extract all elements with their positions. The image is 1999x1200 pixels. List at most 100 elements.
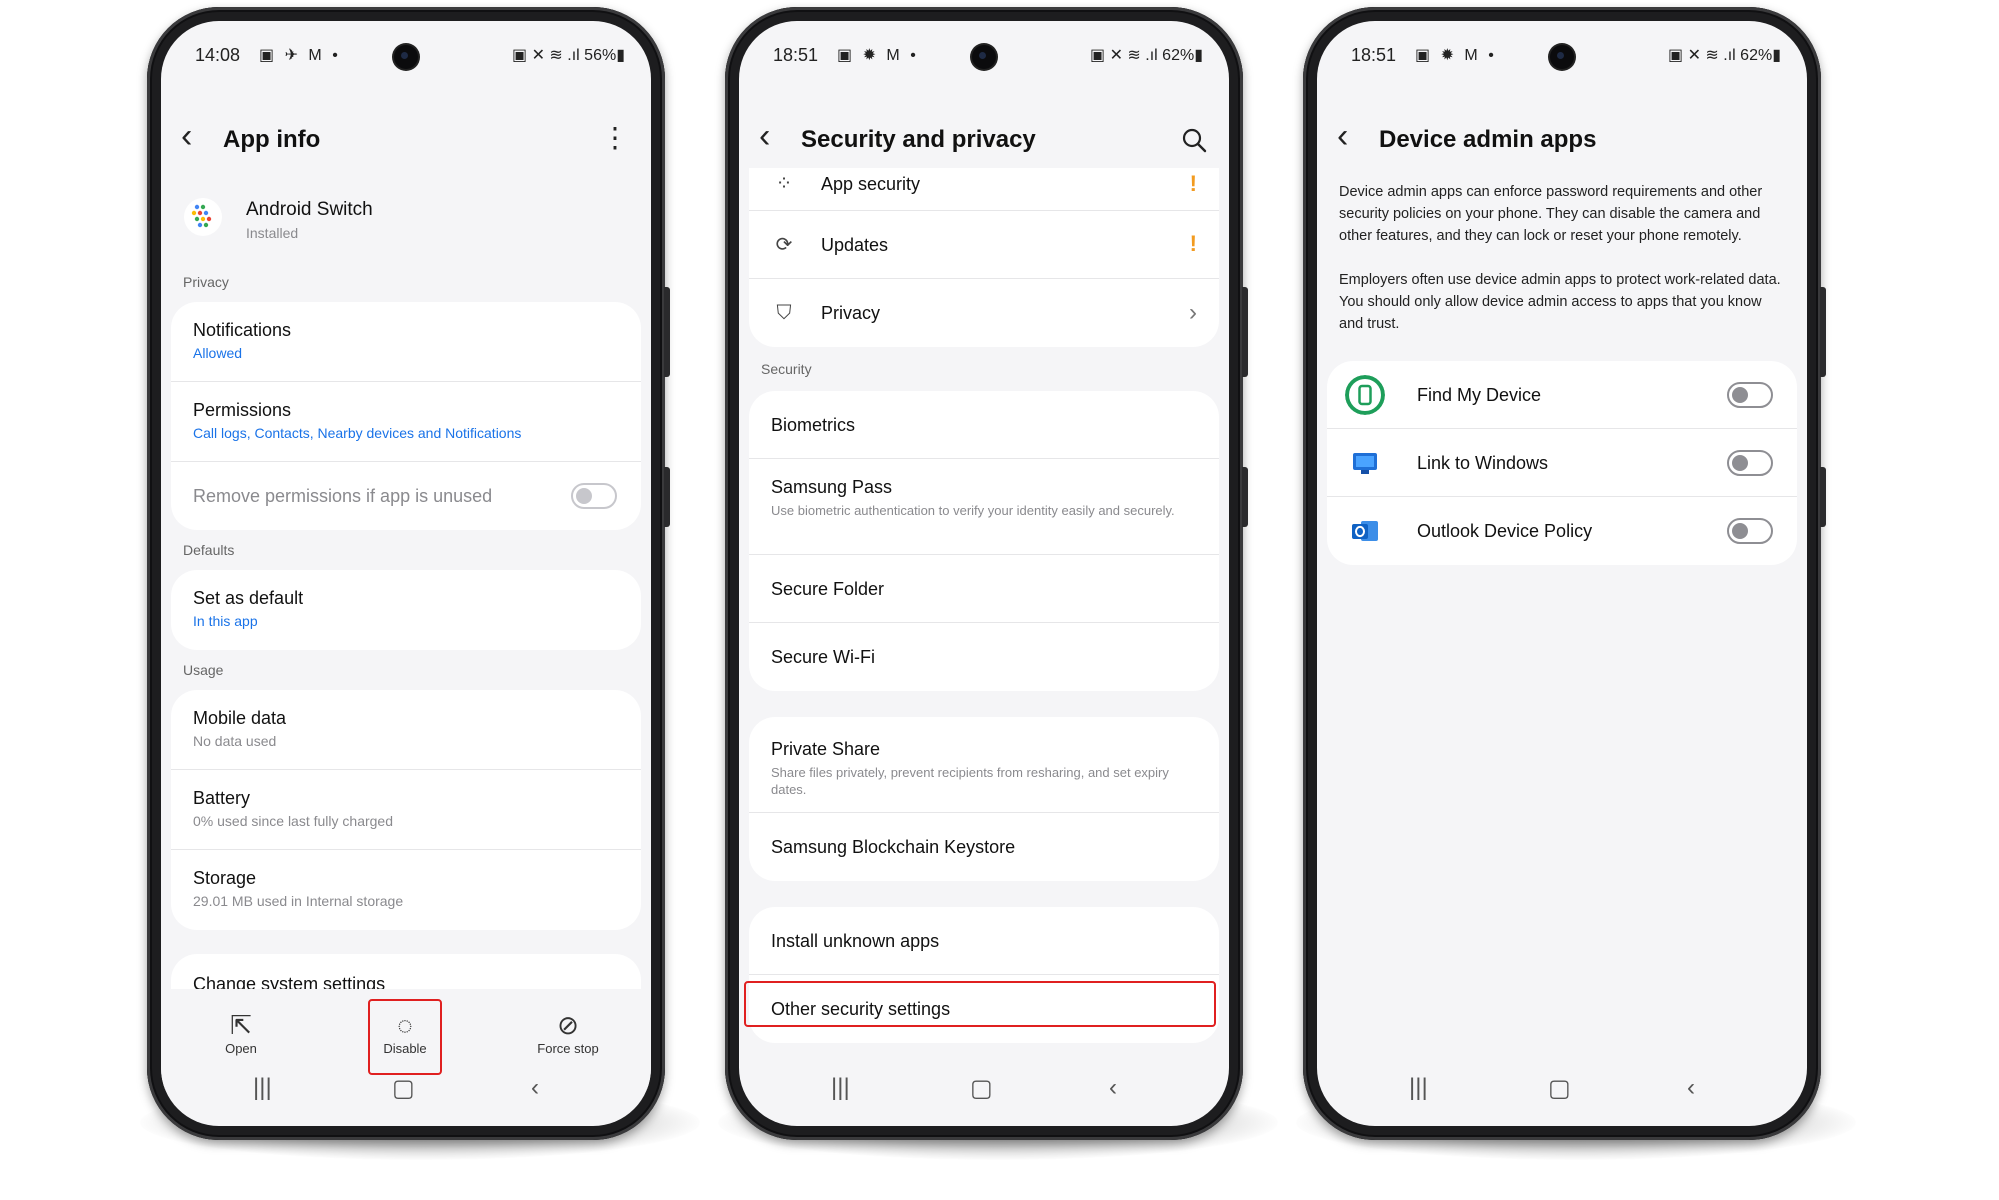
admin-app-row[interactable]: Outlook Device Policy — [1327, 497, 1797, 565]
set-as-default-row[interactable]: Set as default In this app — [171, 570, 641, 650]
usage-card: Mobile data No data used Battery 0% used… — [171, 690, 641, 930]
chevron-right-icon: › — [1189, 299, 1197, 326]
find-my-device-toggle[interactable] — [1727, 381, 1773, 408]
phone-security-privacy: 18:51 ▣ ✹ M • ▣ ✕ ≋ .ıl 62%▮ ‹ Security … — [725, 7, 1248, 1140]
admin-apps-card: Find My Device Link to Windows Outlook D… — [1327, 361, 1797, 565]
secure-wifi-row[interactable]: Secure Wi-Fi — [749, 623, 1219, 691]
back-arrow-icon[interactable]: ‹ — [1337, 119, 1348, 153]
permissions-row[interactable]: Permissions Call logs, Contacts, Nearby … — [171, 382, 641, 462]
row-subtitle: No data used — [193, 733, 277, 749]
more-options-icon[interactable]: ⋮ — [601, 121, 629, 154]
search-icon[interactable] — [1181, 127, 1207, 153]
row-title: App security — [821, 174, 921, 194]
row-title: Updates — [821, 235, 889, 255]
description-paragraph: Device admin apps can enforce password r… — [1339, 184, 1763, 244]
section-label-usage: Usage — [183, 662, 224, 678]
recents-icon[interactable]: ||| — [253, 1074, 272, 1102]
app-install-status: Installed — [246, 225, 299, 241]
back-nav-icon[interactable]: ‹ — [1109, 1074, 1117, 1102]
blockchain-keystore-row[interactable]: Samsung Blockchain Keystore — [749, 813, 1219, 881]
install-unknown-apps-row[interactable]: Install unknown apps — [749, 907, 1219, 975]
page-title: Security and privacy — [801, 126, 1036, 153]
battery-row[interactable]: Battery 0% used since last fully charged — [171, 770, 641, 850]
app-header: Android Switch Installed — [161, 183, 651, 255]
updates-row[interactable]: ⟳ Updates ! — [749, 211, 1219, 279]
back-arrow-icon[interactable]: ‹ — [181, 119, 192, 153]
system-icons: ▣ ✕ ≋ .ıl 62%▮ — [1090, 47, 1203, 64]
row-subtitle: Share files privately, prevent recipient… — [771, 765, 1169, 797]
open-label: Open — [225, 1041, 257, 1056]
navigation-bar: ||| ▢ ‹ — [739, 1056, 1229, 1126]
settings-list: Privacy Notifications Allowed Permission… — [161, 262, 651, 1014]
warning-icon: ! — [1189, 230, 1197, 256]
row-subtitle: 0% used since last fully charged — [193, 813, 393, 829]
android-switch-logo-icon — [184, 198, 222, 236]
back-nav-icon[interactable]: ‹ — [531, 1074, 539, 1102]
private-share-row[interactable]: Private Share Share files privately, pre… — [749, 717, 1219, 813]
recents-icon[interactable]: ||| — [831, 1074, 850, 1102]
storage-row[interactable]: Storage 29.01 MB used in Internal storag… — [171, 850, 641, 930]
row-title: Storage — [193, 868, 257, 888]
row-title: Remove permissions if app is unused — [193, 486, 493, 506]
row-title: Set as default — [193, 588, 304, 608]
force-stop-icon: ⊘ — [557, 1010, 579, 1040]
row-title: Permissions — [193, 400, 292, 420]
back-nav-icon[interactable]: ‹ — [1687, 1074, 1695, 1102]
row-subtitle: Call logs, Contacts, Nearby devices and … — [193, 425, 522, 441]
navigation-bar: ||| ▢ ‹ — [1317, 1056, 1807, 1126]
notification-icons: ▣ ✹ M • — [1415, 47, 1497, 64]
defaults-card: Set as default In this app — [171, 570, 641, 650]
volume-button — [664, 287, 670, 377]
samsung-pass-row[interactable]: Samsung Pass Use biometric authenticatio… — [749, 459, 1219, 555]
home-icon[interactable]: ▢ — [1548, 1074, 1571, 1103]
app-bar: ‹ App info ⋮ — [161, 109, 651, 179]
status-time: 18:51 — [773, 45, 819, 65]
front-camera — [394, 45, 418, 69]
home-icon[interactable]: ▢ — [970, 1074, 993, 1103]
open-button[interactable]: ⇱ Open — [191, 1009, 291, 1056]
secure-folder-row[interactable]: Secure Folder — [749, 555, 1219, 623]
privacy-row[interactable]: ⛉ Privacy › — [749, 279, 1219, 347]
row-title: Private Share — [771, 739, 881, 759]
notifications-row[interactable]: Notifications Allowed — [171, 302, 641, 382]
page-title: Device admin apps — [1379, 126, 1597, 153]
privacy-shield-icon: ⛉ — [776, 302, 792, 324]
find-my-device-icon — [1345, 374, 1385, 415]
row-subtitle: Allowed — [193, 345, 243, 361]
app-security-row[interactable]: ⁘ App security ! — [749, 168, 1219, 211]
row-subtitle: In this app — [193, 613, 258, 629]
updates-icon: ⟳ — [775, 233, 793, 256]
privacy-card: Notifications Allowed Permissions Call l… — [171, 302, 641, 530]
row-title: Privacy — [821, 303, 881, 323]
screen: 18:51 ▣ ✹ M • ▣ ✕ ≋ .ıl 62%▮ ‹ Security … — [739, 21, 1229, 1126]
admin-app-row[interactable]: Find My Device — [1327, 361, 1797, 429]
admin-app-row[interactable]: Link to Windows — [1327, 429, 1797, 497]
sharing-card: Private Share Share files privately, pre… — [749, 717, 1219, 881]
section-label-defaults: Defaults — [183, 542, 235, 558]
screen: 18:51 ▣ ✹ M • ▣ ✕ ≋ .ıl 62%▮ ‹ Device ad… — [1317, 21, 1807, 1126]
phone-device-admin-apps: 18:51 ▣ ✹ M • ▣ ✕ ≋ .ıl 62%▮ ‹ Device ad… — [1303, 7, 1826, 1140]
remove-permissions-row[interactable]: Remove permissions if app is unused — [171, 462, 641, 530]
outlook-device-policy-icon — [1352, 521, 1378, 541]
volume-button — [1242, 287, 1248, 377]
outlook-device-policy-toggle[interactable] — [1727, 518, 1773, 544]
biometrics-row[interactable]: Biometrics — [749, 391, 1219, 459]
force-stop-button[interactable]: ⊘ Force stop — [518, 1009, 618, 1056]
navigation-bar: ||| ▢ ‹ — [161, 1056, 651, 1126]
back-arrow-icon[interactable]: ‹ — [759, 119, 770, 153]
recents-icon[interactable]: ||| — [1409, 1074, 1428, 1102]
remove-permissions-toggle[interactable] — [571, 483, 617, 509]
front-camera — [1550, 45, 1574, 69]
front-camera — [972, 45, 996, 69]
section-label-privacy: Privacy — [183, 274, 229, 290]
volume-button — [1820, 287, 1826, 377]
section-label-security: Security — [761, 361, 812, 377]
row-title: Samsung Blockchain Keystore — [771, 837, 1016, 857]
home-icon[interactable]: ▢ — [392, 1074, 415, 1103]
mobile-data-row[interactable]: Mobile data No data used — [171, 690, 641, 770]
power-button — [1242, 467, 1248, 527]
system-icons: ▣ ✕ ≋ .ıl 56%▮ — [512, 47, 625, 64]
settings-list: ⁘ App security ! ⟳ Updates ! ⛉ Privacy ›… — [739, 168, 1229, 1043]
link-to-windows-toggle[interactable] — [1727, 449, 1773, 476]
phone-app-info: 14:08 ▣ ✈ M • ▣ ✕ ≋ .ıl 56%▮ ‹ App info … — [147, 7, 670, 1140]
